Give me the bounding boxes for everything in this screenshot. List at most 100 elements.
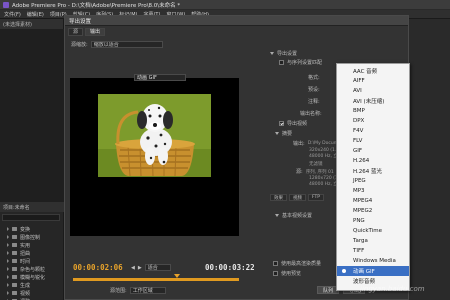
twirl-icon[interactable] (7, 243, 9, 247)
format-option[interactable]: FLV (337, 136, 409, 146)
twirl-icon[interactable] (7, 251, 9, 255)
tab-output[interactable]: 输出 (85, 27, 106, 36)
twirl-icon[interactable] (7, 259, 9, 263)
tree-item[interactable]: 扭曲 (0, 249, 64, 257)
playhead-icon[interactable] (174, 274, 180, 278)
format-option[interactable]: TIFF (337, 246, 409, 256)
right-background-panel (406, 19, 450, 300)
settings-sub-tabs: 效果 视频 FTP (270, 194, 324, 201)
format-dropdown-list: AAC 音频 AIFF AVI AVI (未压缩) BMP DPX F4V FLV GIF H.2… (336, 63, 410, 291)
tree-item[interactable]: 实用 (0, 241, 64, 249)
format-option[interactable]: QuickTime (337, 226, 409, 236)
set-in-point-icon[interactable]: ◀ (131, 265, 135, 271)
max-render-checkbox[interactable] (273, 261, 278, 266)
format-option[interactable]: 动画 GIF (337, 266, 409, 276)
twirl-icon[interactable] (7, 275, 9, 279)
source-scaling-dropdown[interactable]: 缩放以适合 (90, 40, 163, 48)
fit-row: ◀ ▶ 适合 (131, 264, 171, 271)
project-tab[interactable]: 项目:未命名 (3, 204, 30, 211)
twirl-icon[interactable] (7, 283, 9, 287)
puppy-illustration (98, 94, 211, 177)
source-scaling-row: 源缩放: 缩放以适合 (71, 40, 163, 48)
fit-dropdown[interactable]: 适合 (144, 264, 171, 271)
format-option[interactable]: F4V (337, 126, 409, 136)
format-option[interactable]: Windows Media (337, 256, 409, 266)
menu-edit[interactable]: 编辑(E) (27, 11, 44, 18)
tree-item[interactable]: 视频 (0, 289, 64, 297)
tree-item[interactable]: 图像控制 (0, 233, 64, 241)
source-range-row: 源范围: 工作区域 (110, 287, 166, 294)
use-preview-row[interactable]: 使用预览 (273, 270, 301, 277)
tab-source[interactable]: 源 (68, 27, 84, 36)
tab-video[interactable]: 视频 (289, 194, 306, 201)
tree-item[interactable]: 杂色与颗粒 (0, 265, 64, 273)
comments-row: 注释: (308, 99, 320, 105)
dalmatian-puppy-image (98, 94, 211, 177)
format-option[interactable]: DPX (337, 116, 409, 126)
summary-source-row: 源: 序列, 序列 01 (296, 169, 334, 175)
format-option[interactable]: JPEG (337, 176, 409, 186)
effects-search-input[interactable] (2, 214, 60, 221)
tree-item[interactable]: 生成 (0, 281, 64, 289)
use-preview-checkbox[interactable] (273, 271, 278, 276)
max-render-row[interactable]: 使用最高渲染质量 (273, 260, 321, 267)
format-label: 格式: (308, 75, 320, 81)
timeline-bar[interactable] (73, 278, 239, 281)
match-sequence-row[interactable]: 与序列设置匹配 (279, 59, 322, 66)
twirl-icon[interactable] (7, 235, 9, 239)
folder-icon (12, 291, 17, 295)
source-range-dropdown[interactable]: 工作区域 (129, 287, 166, 294)
app-titlebar: Adobe Premiere Pro - D:\文档\Adobe\Premier… (0, 0, 450, 10)
format-option[interactable]: MPEG4 (337, 196, 409, 206)
set-out-point-icon[interactable]: ▶ (138, 265, 142, 271)
dialog-tabs: 源 输出 (65, 27, 106, 36)
format-option[interactable]: AVI (337, 86, 409, 96)
menu-file[interactable]: 文件(F) (4, 11, 21, 18)
format-option[interactable]: MPEG2 (337, 206, 409, 216)
folder-icon (12, 259, 17, 263)
source-range-label: 源范围: (110, 288, 127, 294)
export-video-row[interactable]: 导出视频 (279, 120, 307, 127)
folder-icon (12, 267, 17, 271)
format-option[interactable]: H.264 (337, 156, 409, 166)
source-monitor-header: (未选择素材) (0, 19, 63, 29)
twirl-icon[interactable] (7, 227, 9, 231)
twirl-icon[interactable] (7, 267, 9, 271)
no-effects-row: 无滤镜 (309, 162, 323, 167)
format-option[interactable]: AVI (未压缩) (337, 96, 409, 106)
premiere-app-icon (3, 1, 9, 8)
match-sequence-checkbox[interactable] (279, 60, 284, 65)
format-option[interactable]: GIF (337, 146, 409, 156)
tree-item[interactable]: 时间 (0, 257, 64, 265)
preview-area (70, 78, 239, 236)
timecode-out: 00:00:03:22 (205, 263, 255, 272)
twirl-down-icon[interactable] (270, 52, 274, 55)
format-option[interactable]: PNG (337, 216, 409, 226)
tree-item[interactable]: 变换 (0, 225, 64, 233)
format-option[interactable]: MP3 (337, 186, 409, 196)
twirl-down-icon[interactable] (275, 214, 279, 217)
tab-effects[interactable]: 效果 (270, 194, 287, 201)
left-pane: (未选择素材) 项目:未命名 变换 图像控制 实用 扭曲 时间 杂色与颗粒 模糊… (0, 19, 64, 300)
format-option[interactable]: AAC 音频 (337, 66, 409, 76)
timecode-in[interactable]: 00:00:02:06 (73, 263, 123, 272)
format-option[interactable]: H.264 蓝光 (337, 166, 409, 176)
twirl-down-icon[interactable] (275, 132, 279, 135)
format-option[interactable]: AIFF (337, 76, 409, 86)
watermark-text: jingyan.baidu.com (360, 285, 425, 293)
format-option[interactable]: BMP (337, 106, 409, 116)
dialog-title: 导出设置 (65, 16, 408, 26)
summary-section[interactable]: 摘要 (275, 130, 292, 137)
folder-icon (12, 275, 17, 279)
export-settings-section[interactable]: 导出设置 (270, 50, 297, 57)
output-name-row: 输出名称: (300, 111, 322, 117)
tab-ftp[interactable]: FTP (308, 194, 324, 201)
twirl-icon[interactable] (7, 291, 9, 295)
folder-icon (12, 283, 17, 287)
format-dropdown[interactable]: 动画 GIF (134, 74, 186, 81)
source-monitor-area (0, 29, 64, 204)
format-option[interactable]: Targa (337, 236, 409, 246)
tree-item[interactable]: 模糊与锐化 (0, 273, 64, 281)
export-video-checkbox[interactable] (279, 121, 284, 126)
basic-video-section[interactable]: 基本视频设置 (275, 212, 312, 219)
